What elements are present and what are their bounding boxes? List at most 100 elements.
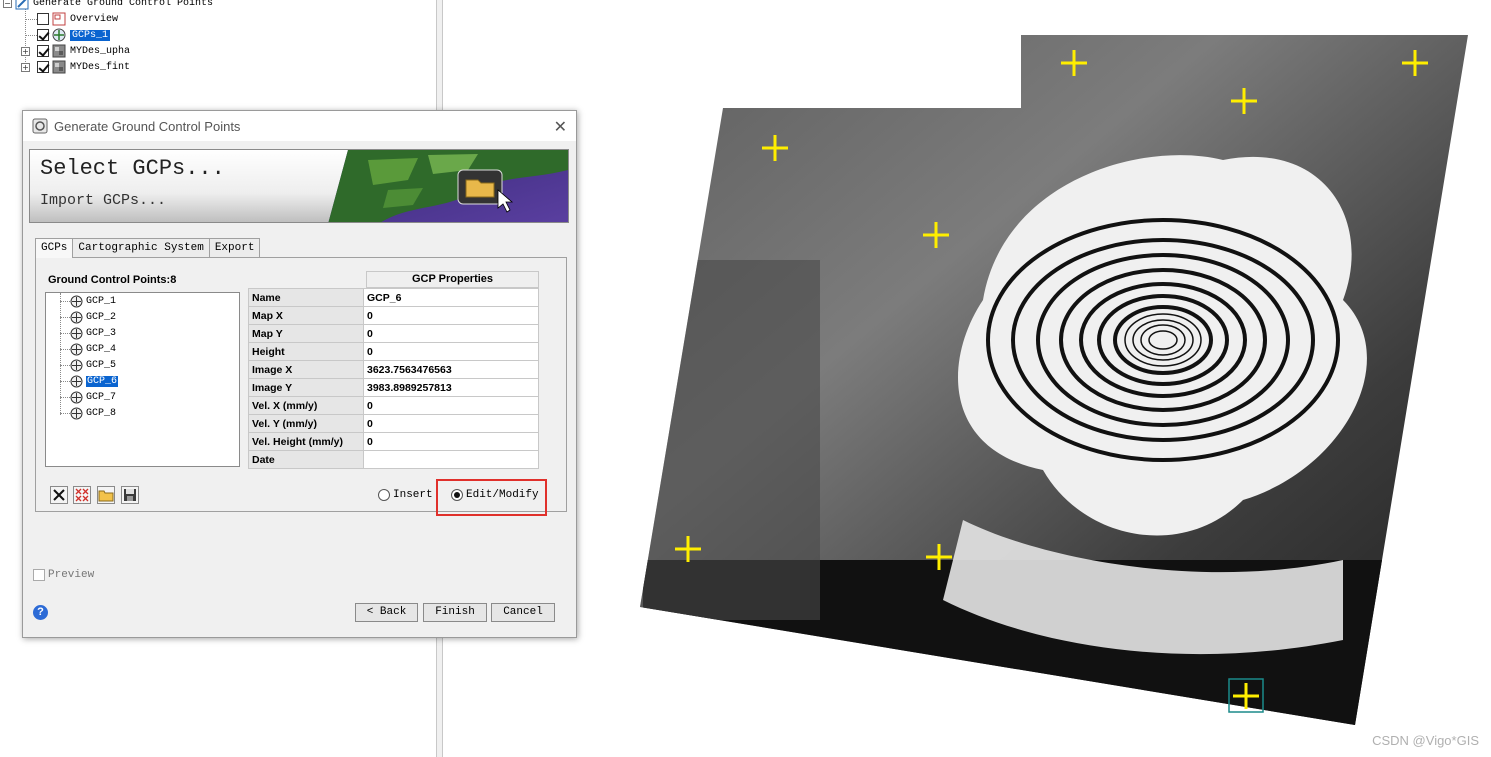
tree-item-mydes-upha[interactable]: + MYDes_upha xyxy=(21,43,130,59)
gcp-label: GCP_1 xyxy=(86,295,117,307)
property-key: Height xyxy=(248,342,364,361)
map-view[interactable]: CSDN @Vigo*GIS xyxy=(443,0,1491,757)
gcp-tool-icon xyxy=(15,0,29,10)
property-row: Map X0 xyxy=(248,306,539,325)
gcp-list-item[interactable]: GCP_4 xyxy=(60,341,116,357)
gcp-label: GCP_3 xyxy=(86,327,117,339)
insert-mode-option[interactable]: Insert xyxy=(378,489,433,501)
gcp-count-value: 8 xyxy=(170,274,177,286)
property-key: Vel. Height (mm/y) xyxy=(248,432,364,451)
preview-checkbox[interactable] xyxy=(33,569,45,581)
interferogram-raster[interactable] xyxy=(443,0,1491,757)
gcp-point-icon xyxy=(70,295,83,307)
property-row: Name GCP_6 xyxy=(248,288,539,307)
tab-gcps[interactable]: GCPs xyxy=(35,238,74,258)
delete-all-icon xyxy=(75,488,89,502)
tab-strip: GCPs Cartographic System Export xyxy=(35,238,261,258)
property-row: Map Y0 xyxy=(248,324,539,343)
save-icon xyxy=(124,489,136,501)
tree-item-gcps[interactable]: GCPs_1 xyxy=(37,27,111,43)
back-button[interactable]: < Back xyxy=(355,603,418,622)
dialog-titlebar[interactable]: Generate Ground Control Points ✕ xyxy=(23,111,576,141)
property-value[interactable]: 0 xyxy=(363,432,539,451)
finish-button[interactable]: Finish xyxy=(423,603,487,622)
property-value[interactable]: 0 xyxy=(363,414,539,433)
property-value[interactable]: GCP_6 xyxy=(363,288,539,307)
gcp-list-item[interactable]: GCP_8 xyxy=(60,405,116,421)
property-key: Image X xyxy=(248,360,364,379)
mydes-upha-checkbox[interactable] xyxy=(37,45,49,57)
mydes-fint-checkbox[interactable] xyxy=(37,61,49,73)
preview-option[interactable]: Preview xyxy=(33,569,94,581)
gcp-label: GCP_5 xyxy=(86,359,117,371)
property-value[interactable]: 0 xyxy=(363,324,539,343)
gcp-point-icon xyxy=(70,311,83,323)
property-value[interactable]: 0 xyxy=(363,306,539,325)
delete-icon xyxy=(53,489,65,501)
expand-icon[interactable]: + xyxy=(21,46,30,56)
gcp-point-icon xyxy=(70,359,83,371)
collapse-icon[interactable]: − xyxy=(3,0,12,8)
gcp-count-label: Ground Control Points:8 xyxy=(48,274,176,286)
banner-subheading: Import GCPs... xyxy=(40,192,167,209)
gcp-list-item[interactable]: GCP_7 xyxy=(60,389,116,405)
gcp-list-item[interactable]: GCP_2 xyxy=(60,309,116,325)
open-gcps-button[interactable] xyxy=(97,486,115,504)
cancel-button[interactable]: Cancel xyxy=(491,603,555,622)
property-row: Image Y 3983.8989257813 xyxy=(248,378,539,397)
help-icon[interactable]: ? xyxy=(33,605,48,620)
delete-gcp-button[interactable] xyxy=(50,486,68,504)
gcp-label: GCP_7 xyxy=(86,391,117,403)
insert-label: Insert xyxy=(393,489,433,501)
tree-item-label: MYDes_fint xyxy=(70,61,131,73)
generate-gcp-dialog: Generate Ground Control Points ✕ Select … xyxy=(22,110,577,638)
tree-item-overview[interactable]: Overview xyxy=(37,11,118,27)
property-row: Vel. Y (mm/y) 0 xyxy=(248,414,539,433)
insert-radio[interactable] xyxy=(378,489,390,501)
property-key: Date xyxy=(248,450,364,469)
tree-item-label: Overview xyxy=(70,13,119,25)
save-gcps-button[interactable] xyxy=(121,486,139,504)
property-value[interactable]: 0 xyxy=(363,342,539,361)
tree-item-label: MYDes_upha xyxy=(70,45,131,57)
gcp-point-icon xyxy=(70,407,83,419)
tab-export[interactable]: Export xyxy=(208,238,261,257)
overview-checkbox[interactable] xyxy=(37,13,49,25)
gcp-list-item[interactable]: GCP_3 xyxy=(60,325,116,341)
gcp-layer-icon xyxy=(52,28,66,42)
gcp-label: GCP_2 xyxy=(86,311,117,323)
watermark: CSDN @Vigo*GIS xyxy=(1372,733,1479,748)
gcps-checkbox[interactable] xyxy=(37,29,49,41)
annotation-highlight-box xyxy=(436,479,547,516)
gcp-properties-table: Name GCP_6 Map X0 Map Y0 Height 0 Image X3… xyxy=(248,288,539,469)
open-folder-icon xyxy=(98,490,114,502)
gcp-list-item-selected[interactable]: GCP_6 xyxy=(60,373,119,389)
property-key: Map X xyxy=(248,306,364,325)
raster-icon xyxy=(52,44,66,58)
gcp-count-caption: Ground Control Points: xyxy=(48,274,171,286)
overview-icon xyxy=(52,12,66,26)
gcp-label: GCP_6 xyxy=(86,375,119,387)
gcp-list-item[interactable]: GCP_5 xyxy=(60,357,116,373)
gcp-point-icon xyxy=(70,327,83,339)
close-icon[interactable]: ✕ xyxy=(554,117,567,136)
property-value[interactable] xyxy=(363,450,539,469)
property-value[interactable]: 3623.7563476563 xyxy=(363,360,539,379)
property-row: Vel. X (mm/y) 0 xyxy=(248,396,539,415)
gcp-label: GCP_8 xyxy=(86,407,117,419)
dialog-title: Generate Ground Control Points xyxy=(54,118,241,134)
delete-all-gcps-button[interactable] xyxy=(73,486,91,504)
property-value[interactable]: 3983.8989257813 xyxy=(363,378,539,397)
tree-root[interactable]: − Generate Ground Control Points xyxy=(3,0,213,11)
tab-cartographic-system[interactable]: Cartographic System xyxy=(72,238,210,257)
banner-heading: Select GCPs... xyxy=(40,156,225,181)
gcp-list[interactable]: GCP_1 GCP_2 GCP_3 GCP_4 GCP_5 GCP_6 GCP_… xyxy=(45,292,240,467)
gcp-point-icon xyxy=(70,391,83,403)
property-key: Map Y xyxy=(248,324,364,343)
preview-label: Preview xyxy=(48,569,95,581)
tree-item-mydes-fint[interactable]: + MYDes_fint xyxy=(21,59,130,75)
property-value[interactable]: 0 xyxy=(363,396,539,415)
expand-icon[interactable]: + xyxy=(21,62,30,72)
tree-root-label: Generate Ground Control Points xyxy=(33,0,214,9)
gcp-list-item[interactable]: GCP_1 xyxy=(60,293,116,309)
